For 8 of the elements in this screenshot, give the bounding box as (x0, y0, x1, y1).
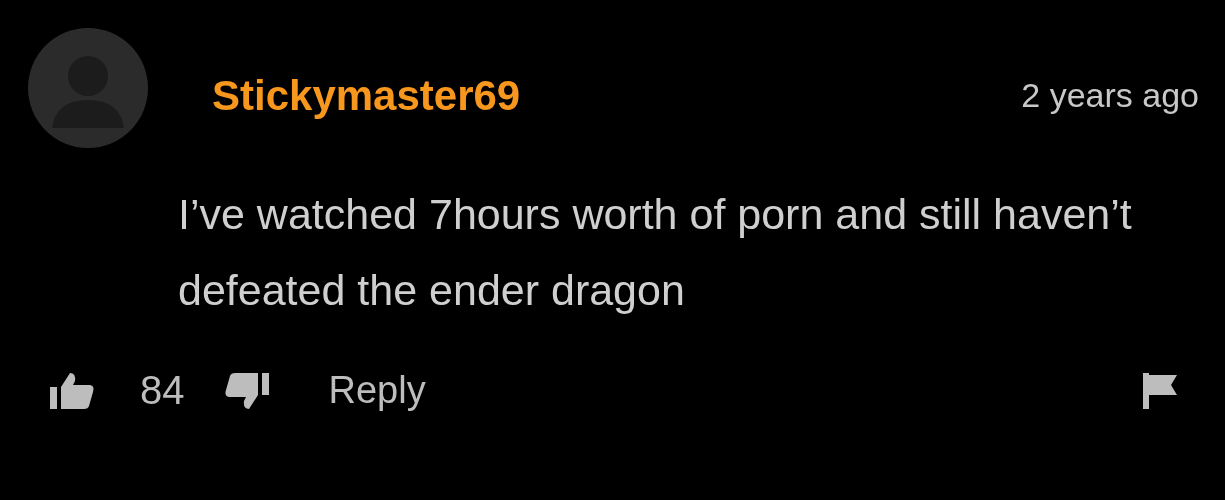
comment-text: I’ve watched 7hours worth of porn and still haven’t defeated the ender dragon (178, 189, 1133, 316)
avatar-icon (28, 28, 148, 148)
comment-time: 2 years ago (1021, 76, 1199, 115)
username[interactable]: Stickymaster69 (212, 72, 521, 120)
thumbs-up-icon[interactable] (48, 370, 96, 411)
thumbs-down-icon[interactable] (222, 370, 271, 411)
reply-button[interactable]: Reply (328, 369, 426, 412)
like-count: 84 (140, 368, 185, 413)
